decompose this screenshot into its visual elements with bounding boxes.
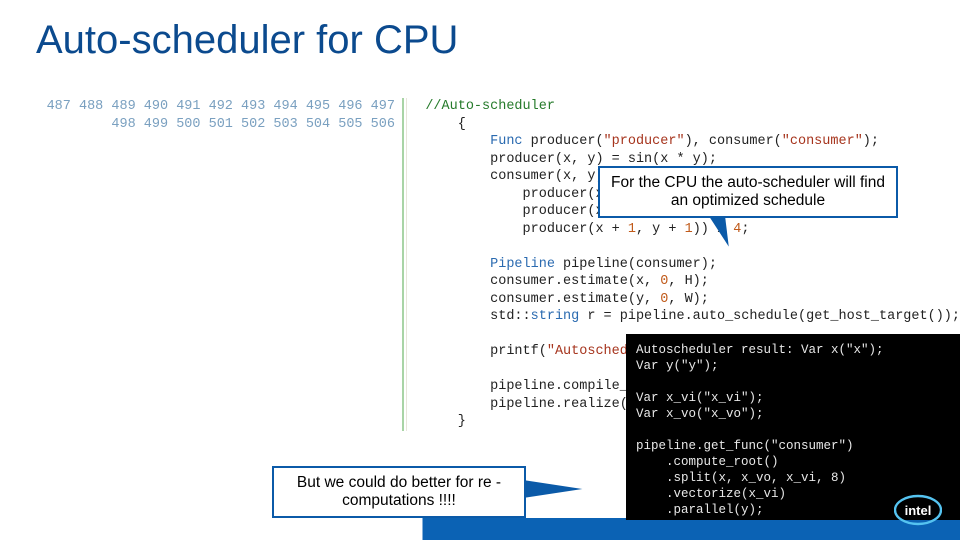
code-token: consumer.estimate(y,	[425, 292, 660, 307]
svg-text:intel: intel	[905, 503, 932, 518]
code-token: std::	[425, 309, 530, 324]
code-token-num: 1	[685, 222, 693, 237]
code-line: }	[425, 414, 466, 429]
code-line: //Auto-scheduler	[425, 99, 555, 114]
callout-top: For the CPU the auto-scheduler will find…	[598, 166, 898, 218]
code-token-num: 1	[628, 222, 636, 237]
code-token-type: Pipeline	[490, 257, 555, 272]
code-token-kw: string	[531, 309, 580, 324]
gutter-bar-cream	[406, 98, 408, 431]
callout-arrow-right-icon	[523, 480, 582, 498]
code-token-string: "consumer"	[782, 134, 863, 149]
code-token: , y +	[636, 222, 685, 237]
code-token: pipeline(consumer);	[555, 257, 717, 272]
gutter-bar-green	[402, 98, 404, 431]
code-token-string: "producer"	[604, 134, 685, 149]
code-token: consumer.estimate(x,	[425, 274, 660, 289]
code-line: producer(x, y) = sin(x * y);	[425, 152, 717, 167]
slide-title: Auto-scheduler for CPU	[0, 0, 960, 63]
code-token: , H);	[668, 274, 709, 289]
code-token: ;	[741, 222, 749, 237]
code-token: producer(	[523, 134, 604, 149]
code-line: {	[425, 117, 466, 132]
callout-bottom: But we could do better for re -computati…	[272, 466, 526, 518]
footer-bar	[0, 518, 960, 540]
code-token-type: Func	[490, 134, 522, 149]
intel-logo-icon: intel	[894, 494, 942, 526]
code-token: ), consumer(	[685, 134, 782, 149]
code-token: printf(	[425, 344, 547, 359]
terminal-output: Autoscheduler result: Var x("x"); Var y(…	[626, 334, 960, 520]
code-token: producer(x +	[425, 222, 628, 237]
code-token: , W);	[668, 292, 709, 307]
line-numbers: 487 488 489 490 491 492 493 494 495 496 …	[36, 98, 402, 431]
code-token: );	[863, 134, 879, 149]
code-token: r = pipeline.auto_schedule(get_host_targ…	[579, 309, 960, 324]
